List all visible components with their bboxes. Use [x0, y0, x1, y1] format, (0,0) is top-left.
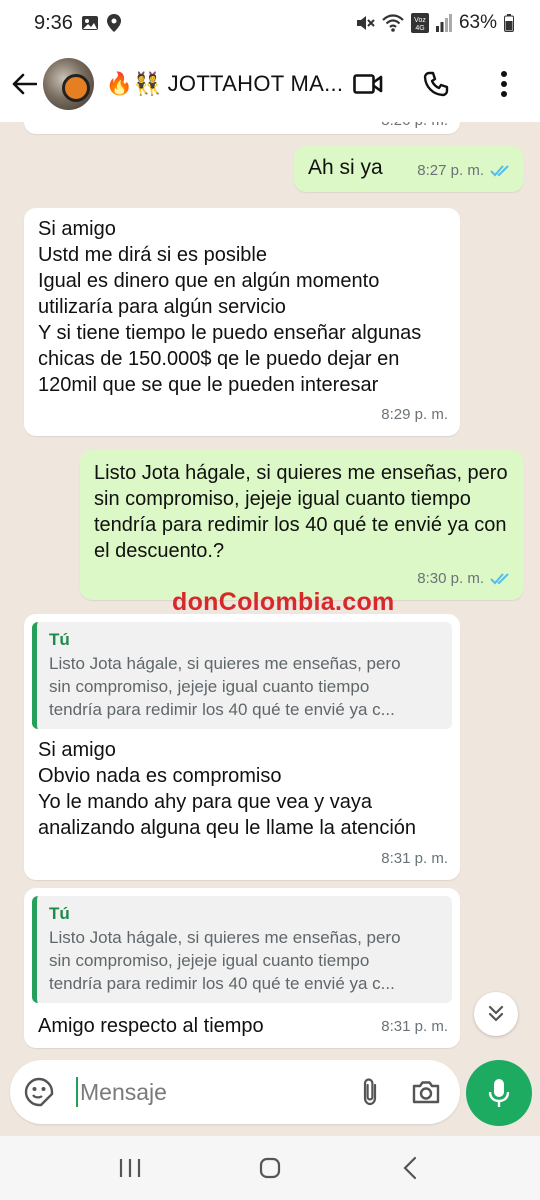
incoming-message-reply[interactable]: Tú Listo Jota hágale, si quieres me ense… — [24, 888, 460, 1048]
wifi-icon — [382, 14, 404, 32]
volte-4g-icon: Voz 4G — [410, 13, 429, 33]
voice-record-button[interactable] — [466, 1060, 532, 1126]
camera-icon — [412, 1081, 440, 1104]
avatar[interactable] — [43, 58, 94, 110]
arrow-left-icon — [12, 73, 37, 95]
message-bubble-partial: 8:26 p. m. — [24, 122, 460, 134]
more-options-button[interactable] — [482, 62, 526, 106]
incoming-message-reply[interactable]: Tú Listo Jota hágale, si quieres me ense… — [24, 614, 460, 880]
signal-icon — [435, 14, 452, 32]
contact-name[interactable]: 🔥👯 JOTTAHOT MA... — [106, 71, 346, 97]
svg-text:4G: 4G — [415, 25, 424, 32]
message-text: Si amigo Ustd me dirá si es posible Igua… — [38, 218, 422, 396]
message-time: 8:29 p. m. — [381, 406, 448, 423]
battery-percent: 63% — [458, 12, 497, 33]
message-list[interactable]: 8:26 p. m. Ah si ya 8:27 p. m. Si amigo … — [0, 122, 540, 1056]
status-bar: 9:36 Voz 4G 63% — [0, 0, 540, 46]
message-time: 8:31 p. m. — [381, 850, 448, 867]
message-time: 8:30 p. m. — [417, 570, 484, 587]
message-input[interactable] — [76, 1077, 326, 1107]
svg-text:Voz: Voz — [414, 17, 426, 24]
message-text: Si amigo Obvio nada es compromiso Yo le … — [38, 739, 417, 839]
message-time: 8:31 p. m. — [381, 1018, 448, 1035]
more-vertical-icon — [501, 71, 507, 97]
sticker-emoji-icon — [24, 1077, 54, 1107]
scroll-to-bottom-button[interactable] — [474, 992, 518, 1036]
quote-author: Tú — [49, 904, 70, 923]
video-camera-icon — [353, 74, 383, 94]
chevron-left-icon — [403, 1156, 417, 1180]
recent-apps-button[interactable] — [105, 1143, 155, 1193]
quote-text: Listo Jota hágale, si quieres me enseñas… — [49, 928, 401, 993]
back-button[interactable] — [4, 64, 43, 104]
message-time: 8:27 p. m. — [417, 162, 484, 179]
watermark: donColombia.com — [172, 588, 395, 616]
system-navigation-bar — [0, 1136, 540, 1200]
outgoing-message[interactable]: Listo Jota hágale, si quieres me enseñas… — [80, 450, 524, 600]
battery-icon — [504, 14, 514, 32]
recent-apps-icon — [119, 1159, 141, 1177]
video-call-button[interactable] — [346, 62, 390, 106]
quote-text: Listo Jota hágale, si quieres me enseñas… — [49, 654, 401, 719]
outgoing-message[interactable]: Ah si ya 8:27 p. m. — [294, 146, 524, 192]
message-composer — [10, 1060, 460, 1124]
double-chevron-down-icon — [488, 1005, 504, 1022]
read-receipt-icon — [490, 572, 512, 586]
paperclip-icon — [363, 1078, 377, 1106]
microphone-icon — [488, 1079, 510, 1107]
quoted-message[interactable]: Tú Listo Jota hágale, si quieres me ense… — [32, 896, 452, 1003]
quote-author: Tú — [49, 630, 70, 649]
phone-icon — [423, 71, 449, 97]
attach-button[interactable] — [350, 1072, 390, 1112]
location-icon — [106, 14, 121, 32]
incoming-message[interactable]: Si amigo Ustd me dirá si es posible Igua… — [24, 208, 460, 436]
read-receipt-icon — [490, 164, 512, 178]
back-nav-button[interactable] — [385, 1143, 435, 1193]
emoji-button[interactable] — [22, 1075, 56, 1109]
camera-button[interactable] — [406, 1072, 446, 1112]
mute-icon — [355, 14, 375, 32]
voice-call-button[interactable] — [414, 62, 458, 106]
home-icon — [259, 1157, 281, 1179]
message-time: 8:26 p. m. — [381, 122, 448, 134]
home-button[interactable] — [245, 1143, 295, 1193]
message-text: Listo Jota hágale, si quieres me enseñas… — [94, 462, 508, 562]
gallery-notification-icon — [81, 15, 99, 31]
chat-header: 🔥👯 JOTTAHOT MA... — [0, 46, 540, 122]
status-time: 9:36 — [34, 11, 73, 34]
quoted-message[interactable]: Tú Listo Jota hágale, si quieres me ense… — [32, 622, 452, 729]
